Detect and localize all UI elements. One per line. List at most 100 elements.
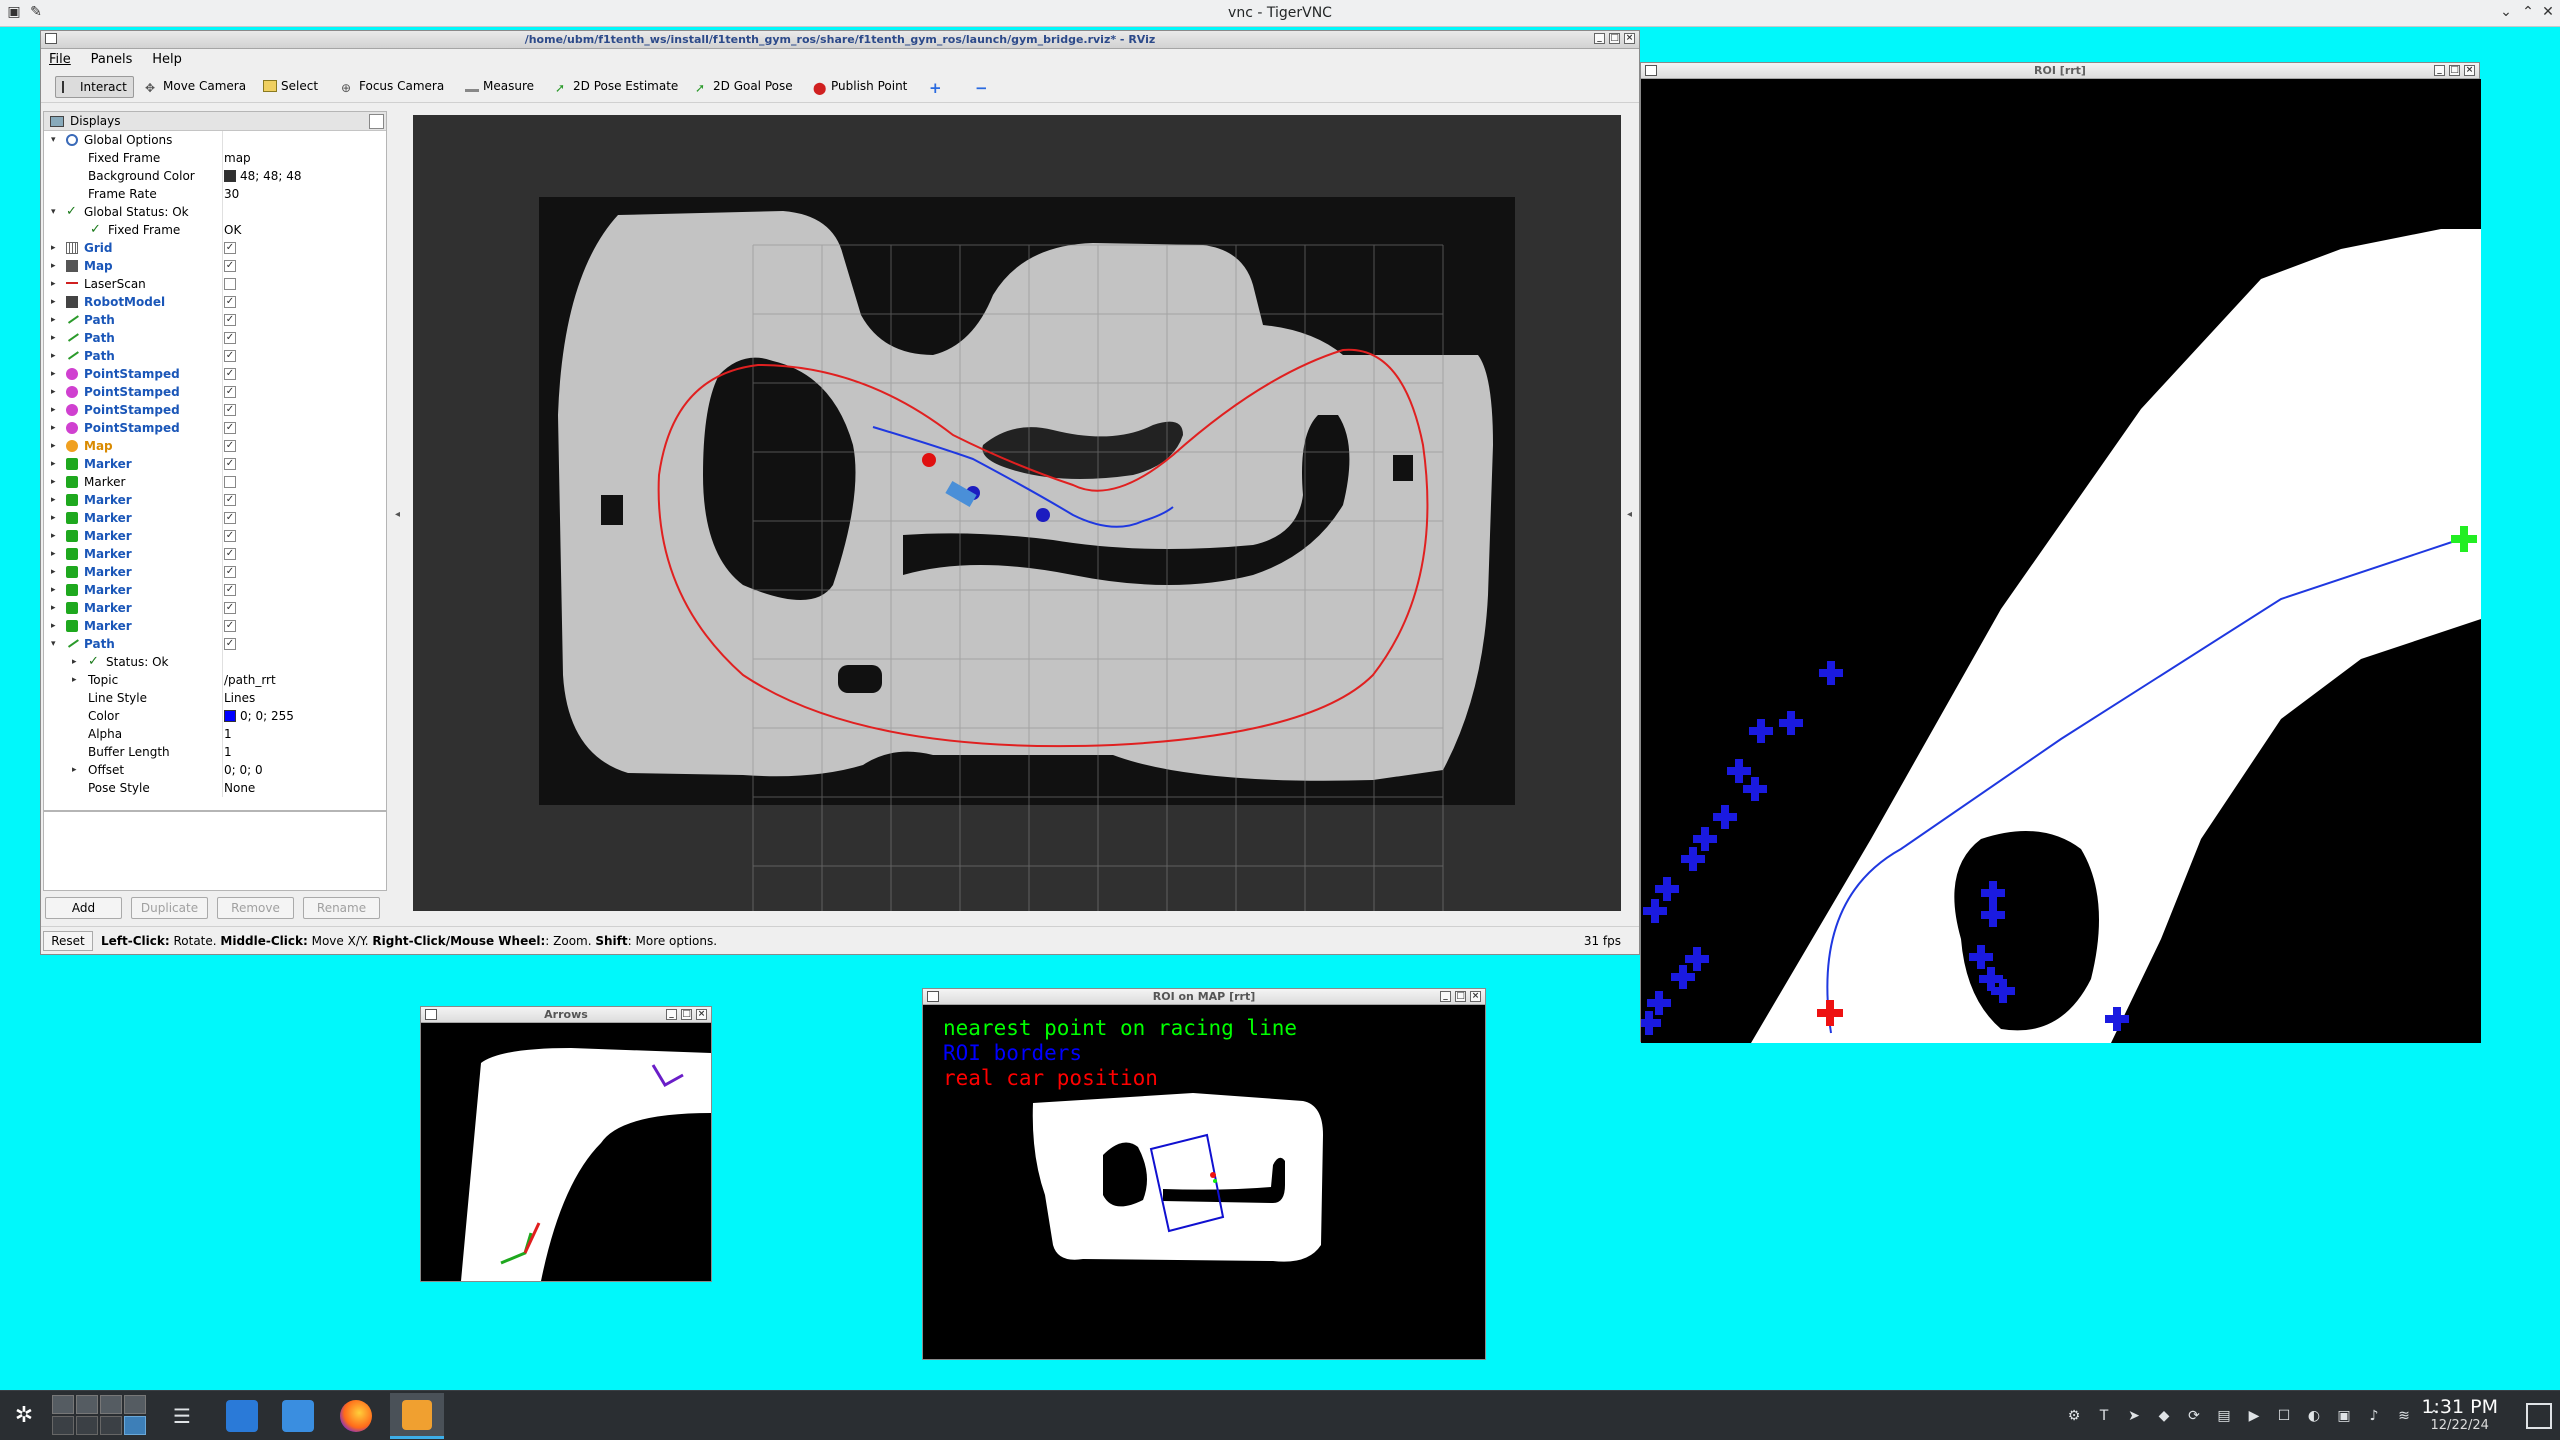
display-row[interactable]: ▸ Map ✓: [44, 257, 386, 275]
expand-right-icon[interactable]: ▸: [51, 329, 56, 347]
display-row[interactable]: Frame Rate 30: [44, 185, 386, 203]
arrows-close-button[interactable]: ×: [696, 1009, 707, 1020]
display-enable-checkbox[interactable]: ✓: [224, 386, 236, 398]
display-enable-checkbox[interactable]: ✓: [224, 296, 236, 308]
display-enable-checkbox[interactable]: ✓: [224, 638, 236, 650]
display-row[interactable]: ▾ Path ✓: [44, 635, 386, 653]
display-value[interactable]: map: [224, 149, 251, 167]
tray-kdeconnect-icon[interactable]: ☐: [2276, 1408, 2292, 1424]
tray-volume-icon[interactable]: ♪: [2366, 1408, 2382, 1424]
rviz-titlebar[interactable]: /home/ubm/f1tenth_ws/install/f1tenth_gym…: [41, 31, 1639, 49]
display-row[interactable]: Alpha 1: [44, 725, 386, 743]
display-row[interactable]: Fixed Frame map: [44, 149, 386, 167]
display-row[interactable]: ▸ Path ✓: [44, 311, 386, 329]
display-value[interactable]: 48; 48; 48: [224, 167, 302, 185]
roimap-close-button[interactable]: ×: [1470, 991, 1481, 1002]
expand-right-icon[interactable]: ▸: [51, 347, 56, 365]
display-enable-checkbox[interactable]: ✓: [224, 620, 236, 632]
arrows-minimize-button[interactable]: _: [666, 1009, 677, 1020]
expand-right-icon[interactable]: ▸: [51, 491, 56, 509]
display-row[interactable]: ▸ PointStamped ✓: [44, 383, 386, 401]
roi-maximize-button[interactable]: □: [2449, 65, 2460, 76]
remove-button[interactable]: Remove: [217, 897, 294, 919]
display-enable-checkbox[interactable]: ✓: [224, 332, 236, 344]
roimap-maximize-button[interactable]: □: [1455, 991, 1466, 1002]
vnc-minimize-icon[interactable]: ⌄: [2496, 4, 2516, 20]
remove-tool-icon[interactable]: −: [969, 76, 994, 98]
tray-clipboard-icon[interactable]: ▤: [2216, 1408, 2232, 1424]
display-value[interactable]: OK: [224, 221, 241, 239]
display-enable-checkbox[interactable]: [224, 476, 236, 488]
tray-wifi-icon[interactable]: ≋: [2396, 1408, 2412, 1424]
firefox-icon[interactable]: [340, 1400, 372, 1432]
tool-focus-camera[interactable]: ⊕ Focus Camera: [335, 76, 450, 98]
display-enable-checkbox[interactable]: ✓: [224, 602, 236, 614]
menu-file[interactable]: File: [41, 49, 79, 70]
display-enable-checkbox[interactable]: ✓: [224, 368, 236, 380]
display-enable-checkbox[interactable]: ✓: [224, 584, 236, 596]
display-enable-checkbox[interactable]: ✓: [224, 530, 236, 542]
app-launcher-icon[interactable]: ✲: [8, 1400, 40, 1432]
virtual-desktop-pager[interactable]: [52, 1395, 148, 1437]
display-row[interactable]: Pose Style None: [44, 779, 386, 797]
rviz-minimize-button[interactable]: _: [1594, 33, 1605, 44]
rviz-close-button[interactable]: ×: [1624, 33, 1635, 44]
menu-help[interactable]: Help: [144, 49, 190, 70]
roimap-titlebar[interactable]: ROI on MAP [rrt] _ □ ×: [923, 989, 1485, 1005]
display-row[interactable]: ▸ RobotModel ✓: [44, 293, 386, 311]
display-row[interactable]: ▸ Map ✓: [44, 437, 386, 455]
add-button[interactable]: Add: [45, 897, 122, 919]
display-row[interactable]: ▸ LaserScan: [44, 275, 386, 293]
expand-down-icon[interactable]: ▾: [51, 131, 56, 149]
display-row[interactable]: ✓ Fixed Frame OK: [44, 221, 386, 239]
color-swatch[interactable]: [224, 170, 236, 182]
expand-right-icon[interactable]: ▸: [72, 671, 77, 689]
display-row[interactable]: ▸ Topic/path_rrt: [44, 671, 386, 689]
display-row[interactable]: ▸ Path ✓: [44, 347, 386, 365]
file-manager-icon[interactable]: [282, 1400, 314, 1432]
display-row[interactable]: Buffer Length 1: [44, 743, 386, 761]
left-splitter-icon[interactable]: ◂: [395, 509, 403, 529]
system-settings-icon[interactable]: ☰: [166, 1400, 198, 1432]
expand-right-icon[interactable]: ▸: [51, 437, 56, 455]
expand-right-icon[interactable]: ▸: [51, 365, 56, 383]
taskbar-vnc-entry[interactable]: [390, 1393, 444, 1439]
store-icon[interactable]: [226, 1400, 258, 1432]
expand-right-icon[interactable]: ▸: [51, 311, 56, 329]
expand-right-icon[interactable]: ▸: [51, 473, 56, 491]
tool-select[interactable]: Select: [257, 76, 324, 98]
expand-right-icon[interactable]: ▸: [51, 293, 56, 311]
arrows-maximize-button[interactable]: □: [681, 1009, 692, 1020]
tray-dropbox-icon[interactable]: ◆: [2156, 1408, 2172, 1424]
add-tool-icon[interactable]: +: [923, 76, 948, 98]
tray-telegram-icon[interactable]: ➤: [2126, 1408, 2142, 1424]
display-row[interactable]: ▸ Marker ✓: [44, 527, 386, 545]
display-value[interactable]: 1: [224, 725, 232, 743]
display-enable-checkbox[interactable]: ✓: [224, 494, 236, 506]
color-swatch[interactable]: [224, 710, 236, 722]
tray-storage-icon[interactable]: ▣: [2336, 1408, 2352, 1424]
tray-input-icon[interactable]: T: [2096, 1408, 2112, 1424]
duplicate-button[interactable]: Duplicate: [131, 897, 208, 919]
expand-right-icon[interactable]: ▸: [51, 509, 56, 527]
display-enable-checkbox[interactable]: ✓: [224, 422, 236, 434]
tool-move-camera[interactable]: ✥ Move Camera: [139, 76, 252, 98]
display-row[interactable]: ▸ Marker ✓: [44, 545, 386, 563]
tray-update-icon[interactable]: ⟳: [2186, 1408, 2202, 1424]
display-value[interactable]: /path_rrt: [224, 671, 276, 689]
display-value[interactable]: Lines: [224, 689, 255, 707]
expand-right-icon[interactable]: ▸: [51, 455, 56, 473]
display-row[interactable]: ▸ PointStamped ✓: [44, 365, 386, 383]
display-row[interactable]: ▸ Marker ✓: [44, 455, 386, 473]
arrows-titlebar[interactable]: Arrows _ □ ×: [421, 1007, 711, 1023]
expand-right-icon[interactable]: ▸: [51, 419, 56, 437]
display-enable-checkbox[interactable]: ✓: [224, 512, 236, 524]
roi-titlebar[interactable]: ROI [rrt] _ □ ×: [1641, 63, 2479, 79]
display-enable-checkbox[interactable]: ✓: [224, 440, 236, 452]
expand-right-icon[interactable]: ▸: [51, 527, 56, 545]
tray-network-icon[interactable]: ⚙: [2066, 1408, 2082, 1424]
expand-right-icon[interactable]: ▸: [51, 581, 56, 599]
clock[interactable]: 1:31 PM 12/22/24: [2421, 1396, 2498, 1433]
display-enable-checkbox[interactable]: ✓: [224, 260, 236, 272]
roimap-minimize-button[interactable]: _: [1440, 991, 1451, 1002]
